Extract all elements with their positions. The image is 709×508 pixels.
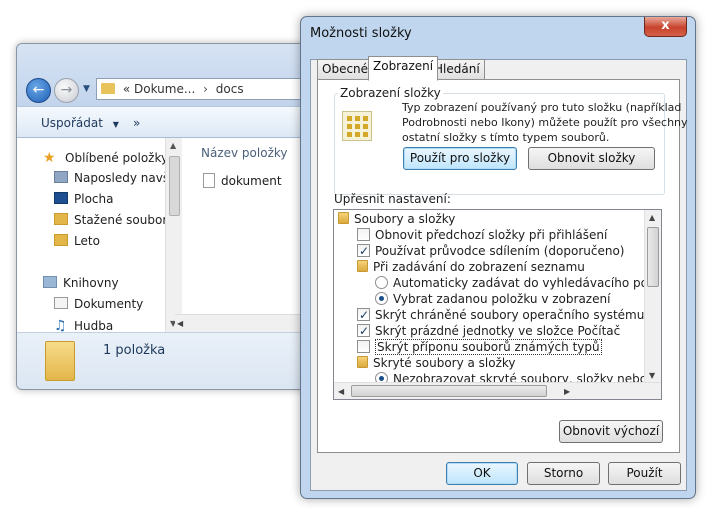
breadcrumb-overflow[interactable]: « <box>123 82 130 96</box>
more-commands-button[interactable]: » <box>133 116 140 130</box>
file-list-pane: Název položky dokument <box>184 138 318 332</box>
desktop-icon <box>54 192 68 204</box>
command-bar: Uspořádat ▼ » <box>17 106 318 138</box>
checkbox-checked[interactable] <box>357 242 370 260</box>
nav-label: Hudba <box>74 319 114 333</box>
tree-item-label: Automaticky zadávat do vyhledávacího pol… <box>393 276 659 290</box>
scroll-down-icon[interactable]: ▼ <box>649 371 655 380</box>
organize-label: Uspořádat <box>41 116 103 130</box>
organize-arrow-icon: ▼ <box>112 120 119 129</box>
tree-item-label: Skrýt prázdné jednotky ve složce Počítač <box>375 324 621 338</box>
nav-item-documents[interactable]: Dokumenty <box>54 297 143 315</box>
navigation-pane: ★ Oblíbené položky Naposledy navšti Ploch… <box>17 138 182 334</box>
tab-view[interactable]: Zobrazení <box>368 56 439 81</box>
folder-icon <box>357 260 368 272</box>
radio-unselected[interactable] <box>375 276 388 289</box>
breadcrumb-docs[interactable]: docs <box>216 82 244 96</box>
recent-places-icon <box>54 171 68 183</box>
folder-icon <box>338 212 349 224</box>
nav-item-libraries[interactable]: Knihovny <box>43 276 119 294</box>
nav-item-leto[interactable]: Leto <box>54 234 100 252</box>
nav-label: Leto <box>74 234 100 248</box>
nav-label: Oblíbené položky <box>65 151 169 165</box>
tree-vertical-scrollbar[interactable]: ▲ ▼ <box>644 210 661 384</box>
scrollbar-thumb[interactable] <box>351 385 547 397</box>
file-list-hscrollbar[interactable]: ◀ <box>175 314 318 332</box>
checkbox-unchecked[interactable] <box>357 228 370 241</box>
scroll-up-icon[interactable]: ▲ <box>649 213 655 222</box>
star-icon: ★ <box>43 150 56 166</box>
tree-item-label: Obnovit předchozí složky při přihlášení <box>375 228 608 242</box>
scroll-up-icon[interactable]: ▲ <box>170 141 176 150</box>
apply-button[interactable]: Použít <box>608 462 681 485</box>
dialog-title: Možnosti složky <box>310 26 412 41</box>
restore-defaults-button[interactable]: Obnovit výchozí <box>559 420 663 443</box>
address-bar-area: ← → ▼ « Dokume... › docs <box>17 44 318 106</box>
close-icon[interactable]: x <box>644 17 687 37</box>
organize-button[interactable]: Uspořádat ▼ <box>41 116 119 130</box>
reset-folders-button[interactable]: Obnovit složky <box>528 147 655 170</box>
item-count: 1 položka <box>103 343 166 358</box>
folder-icon <box>45 341 75 381</box>
folder-views-description: Typ zobrazení používaný pro tuto složku … <box>402 101 688 144</box>
documents-library-icon <box>54 297 68 309</box>
folder-view-icon <box>342 111 372 141</box>
tree-item-label: Používat průvodce sdílením (doporučeno) <box>375 244 625 258</box>
address-box[interactable]: « Dokume... › docs <box>96 78 316 100</box>
tree-item-label: Při zadávání do zobrazení seznamu <box>373 260 585 274</box>
tree-item-label: Soubory a složky <box>354 212 456 226</box>
tree-item-label: Vybrat zadanou položku v zobrazení <box>393 292 611 306</box>
tree-horizontal-scrollbar[interactable]: ◀ ▶ <box>334 382 661 399</box>
file-name: dokument <box>221 174 282 188</box>
tab-general[interactable]: Obecné <box>317 59 374 80</box>
explorer-window: ← → ▼ « Dokume... › docs Uspořádat ▼ » ★… <box>16 43 319 390</box>
checkbox-unchecked[interactable] <box>357 340 370 353</box>
folder-icon <box>101 83 115 94</box>
advanced-settings-tree[interactable]: Soubory a složky Obnovit předchozí složk… <box>333 209 662 400</box>
downloads-folder-icon <box>54 213 68 225</box>
radio-selected[interactable] <box>375 292 388 305</box>
nav-label: Knihovny <box>63 276 119 290</box>
nav-item-desktop[interactable]: Plocha <box>54 192 113 210</box>
checkbox-checked[interactable] <box>357 306 370 324</box>
tree-item-label: Skrýt příponu souborů známých typů <box>375 339 602 355</box>
nav-item-favorites[interactable]: ★ Oblíbené položky <box>43 150 168 168</box>
navigation-scrollbar[interactable]: ▲ ▼ <box>165 138 182 332</box>
nav-label: Plocha <box>74 192 114 206</box>
nav-label: Dokumenty <box>74 297 144 311</box>
details-pane: 1 položka <box>17 332 318 389</box>
music-icon: ♫ <box>54 318 67 334</box>
forward-arrow-icon[interactable]: → <box>54 78 79 103</box>
breadcrumb-documents[interactable]: Dokume... <box>134 82 195 96</box>
folder-views-label: Zobrazení složky <box>338 86 443 100</box>
tree-item-label: Skryté soubory a složky <box>373 356 516 370</box>
tree-item-label: Skrýt chráněné soubory operačního systém… <box>375 308 661 322</box>
nav-label: Stažené soubory <box>74 213 175 227</box>
explorer-body: ★ Oblíbené položky Naposledy navšti Ploch… <box>17 138 318 334</box>
cancel-button[interactable]: Storno <box>527 462 600 485</box>
ok-button[interactable]: OK <box>446 462 518 485</box>
folder-icon <box>357 356 368 368</box>
scroll-left-icon[interactable]: ◀ <box>338 387 344 396</box>
scroll-right-icon[interactable]: ▶ <box>564 387 570 396</box>
file-item-dokument[interactable]: dokument <box>203 173 282 188</box>
scrollbar-thumb[interactable] <box>169 156 180 216</box>
apply-to-folders-button[interactable]: Použít pro složky <box>403 147 517 170</box>
scrollbar-thumb[interactable] <box>647 227 659 287</box>
recent-pages-dropdown[interactable]: ▼ <box>83 84 90 94</box>
checkbox-checked[interactable] <box>357 322 370 340</box>
document-icon <box>203 173 215 188</box>
scroll-left-icon[interactable]: ◀ <box>177 319 183 328</box>
nav-item-recent[interactable]: Naposledy navšti <box>54 171 177 189</box>
back-arrow-icon[interactable]: ← <box>26 78 51 103</box>
library-icon <box>43 276 57 288</box>
column-header-name[interactable]: Název položky <box>201 146 287 160</box>
nav-item-downloads[interactable]: Stažené soubory <box>54 213 174 231</box>
folder-icon <box>54 234 68 246</box>
nav-label: Naposledy navšti <box>74 171 178 185</box>
advanced-settings-label: Upřesnit nastavení: <box>334 192 451 206</box>
breadcrumb-separator[interactable]: › <box>203 82 208 96</box>
